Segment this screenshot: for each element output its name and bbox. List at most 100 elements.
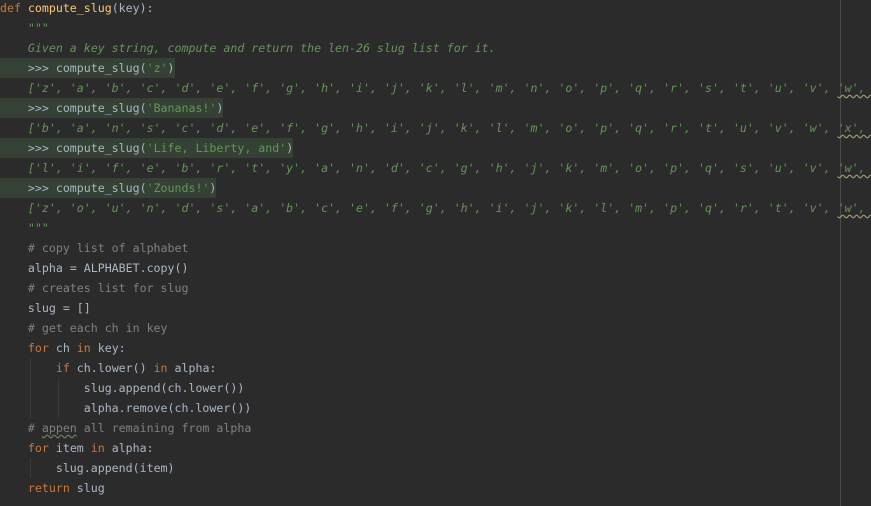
code-token: slug = []	[27, 301, 91, 315]
code-token: 'w', 'x', 'y']	[837, 201, 866, 215]
code-token: 'z'	[146, 61, 168, 75]
indent-guide	[58, 378, 59, 418]
code-token: (key):	[111, 1, 154, 15]
code-line[interactable]: for ch in key:	[0, 338, 871, 358]
code-content: if ch.lower() in alpha:	[0, 361, 217, 375]
code-line[interactable]: >>> compute_slug('Zounds!')	[0, 178, 871, 198]
code-token: >>> compute_slug(	[27, 101, 147, 115]
code-line[interactable]: slug.append(ch.lower())	[0, 378, 871, 398]
code-token: >>> compute_slug(	[27, 181, 147, 195]
code-token: 'x', 'y', 'z']	[837, 121, 866, 135]
code-token: # copy list of alphabet	[27, 241, 189, 255]
code-line[interactable]: alpha = ALPHABET.copy()	[0, 258, 871, 278]
code-line[interactable]: >>> compute_slug('z')	[0, 58, 871, 78]
indent-guide	[30, 358, 31, 418]
code-token: ch.lower()	[69, 361, 154, 375]
code-content: >>> compute_slug('Zounds!')	[0, 181, 216, 195]
code-line[interactable]: Given a key string, compute and return t…	[0, 38, 871, 58]
code-content: alpha.remove(ch.lower())	[0, 401, 252, 415]
code-line[interactable]: # appen all remaining from alpha	[0, 418, 871, 438]
code-content: ['z', 'a', 'b', 'c', 'd', 'e', 'f', 'g',…	[0, 81, 871, 95]
code-token: 'Bananas!'	[146, 101, 217, 115]
code-content: """	[0, 21, 49, 35]
code-line[interactable]: slug = []	[0, 298, 871, 318]
code-line[interactable]: for item in alpha:	[0, 438, 871, 458]
code-token: 'w', 'x', 'z']	[837, 161, 866, 175]
code-token: alpha:	[104, 441, 154, 455]
code-token: )	[286, 141, 294, 155]
code-line[interactable]: >>> compute_slug('Bananas!')	[0, 98, 871, 118]
code-token: all remaining from alpha	[76, 421, 252, 435]
code-token: def	[0, 1, 28, 15]
code-token: in	[153, 361, 168, 375]
code-line[interactable]: slug.append(item)	[0, 458, 871, 478]
code-token: slug	[69, 481, 105, 495]
code-token: Given a key string, compute and return t…	[27, 41, 496, 55]
code-content: slug = []	[0, 301, 91, 315]
code-line[interactable]: if ch.lower() in alpha:	[0, 358, 871, 378]
code-token: ['z', 'o', 'u', 'n', 'd', 's', 'a', 'b',…	[27, 201, 838, 215]
code-content: slug.append(item)	[0, 461, 175, 475]
code-line[interactable]: # copy list of alphabet	[0, 238, 871, 258]
code-line[interactable]: return slug	[0, 478, 871, 498]
code-token: ['z', 'a', 'b', 'c', 'd', 'e', 'f', 'g',…	[27, 81, 838, 95]
code-token: """	[27, 21, 49, 35]
code-token: ['b', 'a', 'n', 's', 'c', 'd', 'e', 'f',…	[27, 121, 838, 135]
code-token: # get each ch in key	[27, 321, 168, 335]
code-token: alpha.remove(ch.lower())	[83, 401, 252, 415]
code-token: in	[90, 441, 105, 455]
code-line[interactable]: ['z', 'o', 'u', 'n', 'd', 's', 'a', 'b',…	[0, 198, 871, 218]
code-line[interactable]: """	[0, 18, 871, 38]
code-line[interactable]: ['b', 'a', 'n', 's', 'c', 'd', 'e', 'f',…	[0, 118, 871, 138]
code-line[interactable]: # get each ch in key	[0, 318, 871, 338]
code-token: )	[209, 181, 217, 195]
code-content: for ch in key:	[0, 341, 126, 355]
code-line[interactable]: ['z', 'a', 'b', 'c', 'd', 'e', 'f', 'g',…	[0, 78, 871, 98]
code-token: >>> compute_slug(	[27, 61, 147, 75]
code-content: slug.append(ch.lower())	[0, 381, 245, 395]
code-token: if	[55, 361, 70, 375]
code-token: alpha = ALPHABET.copy()	[27, 261, 189, 275]
code-content: >>> compute_slug('Life, Liberty, and')	[0, 141, 293, 155]
code-token: alpha:	[167, 361, 217, 375]
code-token: slug.append(item)	[55, 461, 175, 475]
code-token: for	[27, 441, 49, 455]
code-token: >>> compute_slug(	[27, 141, 147, 155]
code-content: return slug	[0, 481, 105, 495]
code-line[interactable]: def compute_slug(key):	[0, 0, 871, 18]
code-token: ch	[48, 341, 77, 355]
code-content: # copy list of alphabet	[0, 241, 189, 255]
code-line[interactable]: alpha.remove(ch.lower())	[0, 398, 871, 418]
code-token: )	[167, 61, 175, 75]
code-line[interactable]: """	[0, 218, 871, 238]
code-line[interactable]: # creates list for slug	[0, 278, 871, 298]
code-token: return	[27, 481, 70, 495]
code-token: # creates list for slug	[27, 281, 189, 295]
code-editor[interactable]: def compute_slug(key): """ Given a key s…	[0, 0, 871, 506]
code-token: """	[27, 221, 49, 235]
code-content: >>> compute_slug('Bananas!')	[0, 101, 223, 115]
indent-guide	[30, 458, 31, 478]
code-token: slug.append(ch.lower())	[83, 381, 245, 395]
code-line[interactable]: ['l', 'i', 'f', 'e', 'b', 'r', 't', 'y',…	[0, 158, 871, 178]
code-line[interactable]: >>> compute_slug('Life, Liberty, and')	[0, 138, 871, 158]
